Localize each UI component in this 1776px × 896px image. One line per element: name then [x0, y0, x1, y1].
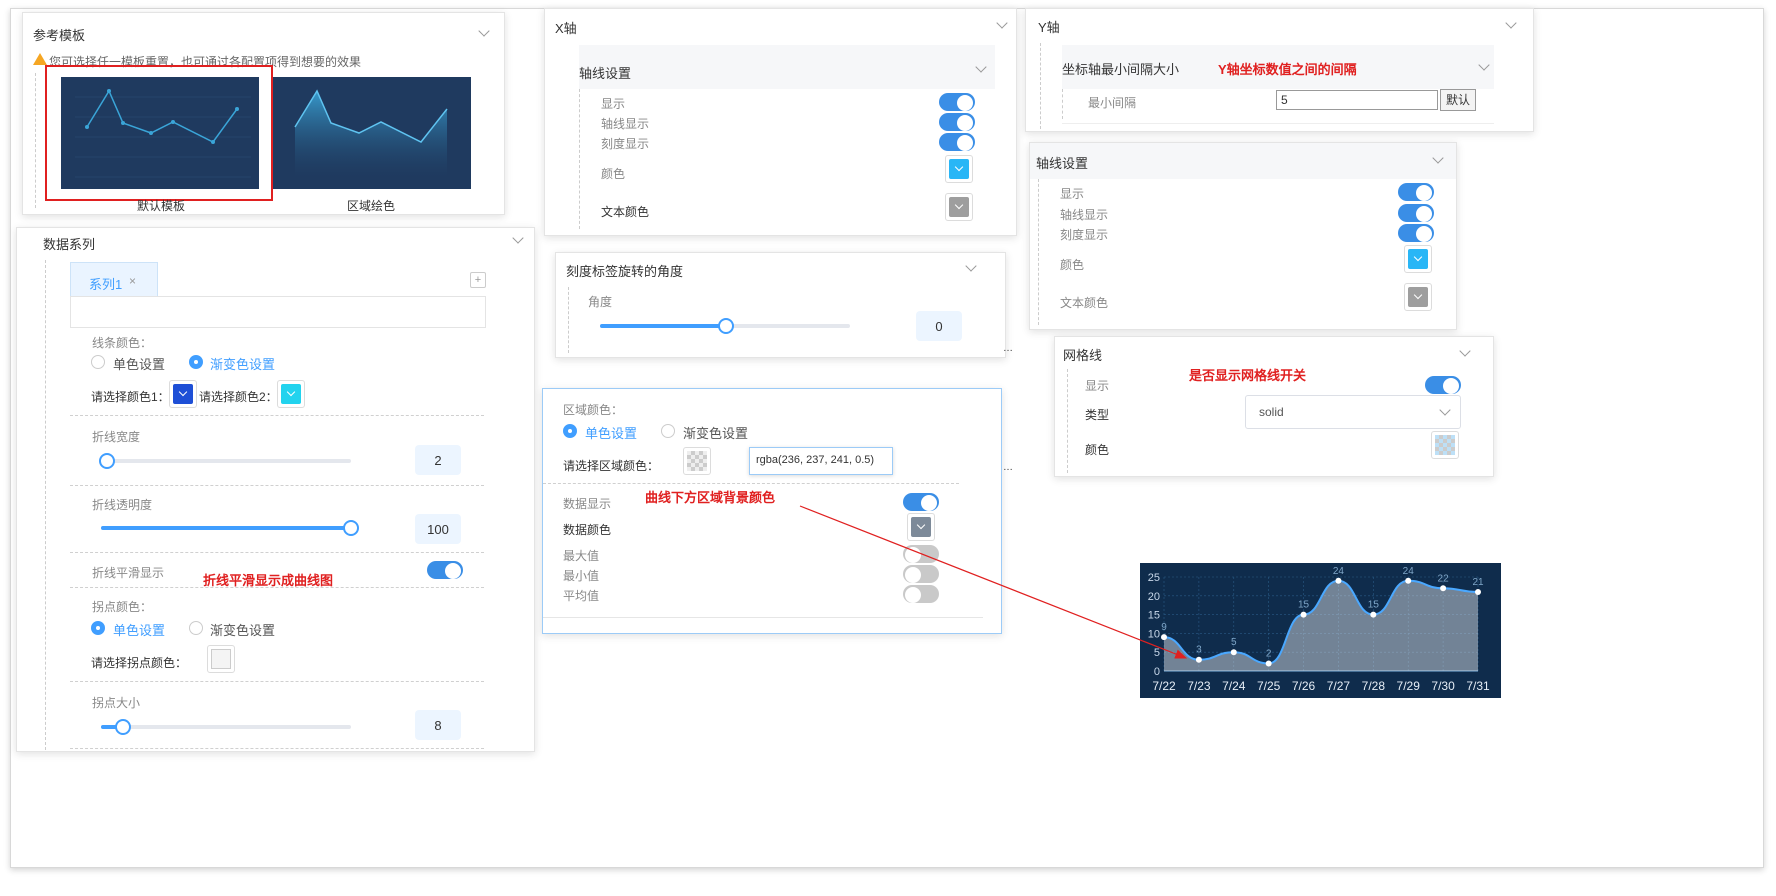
- annotation-arrow: [799, 505, 1188, 659]
